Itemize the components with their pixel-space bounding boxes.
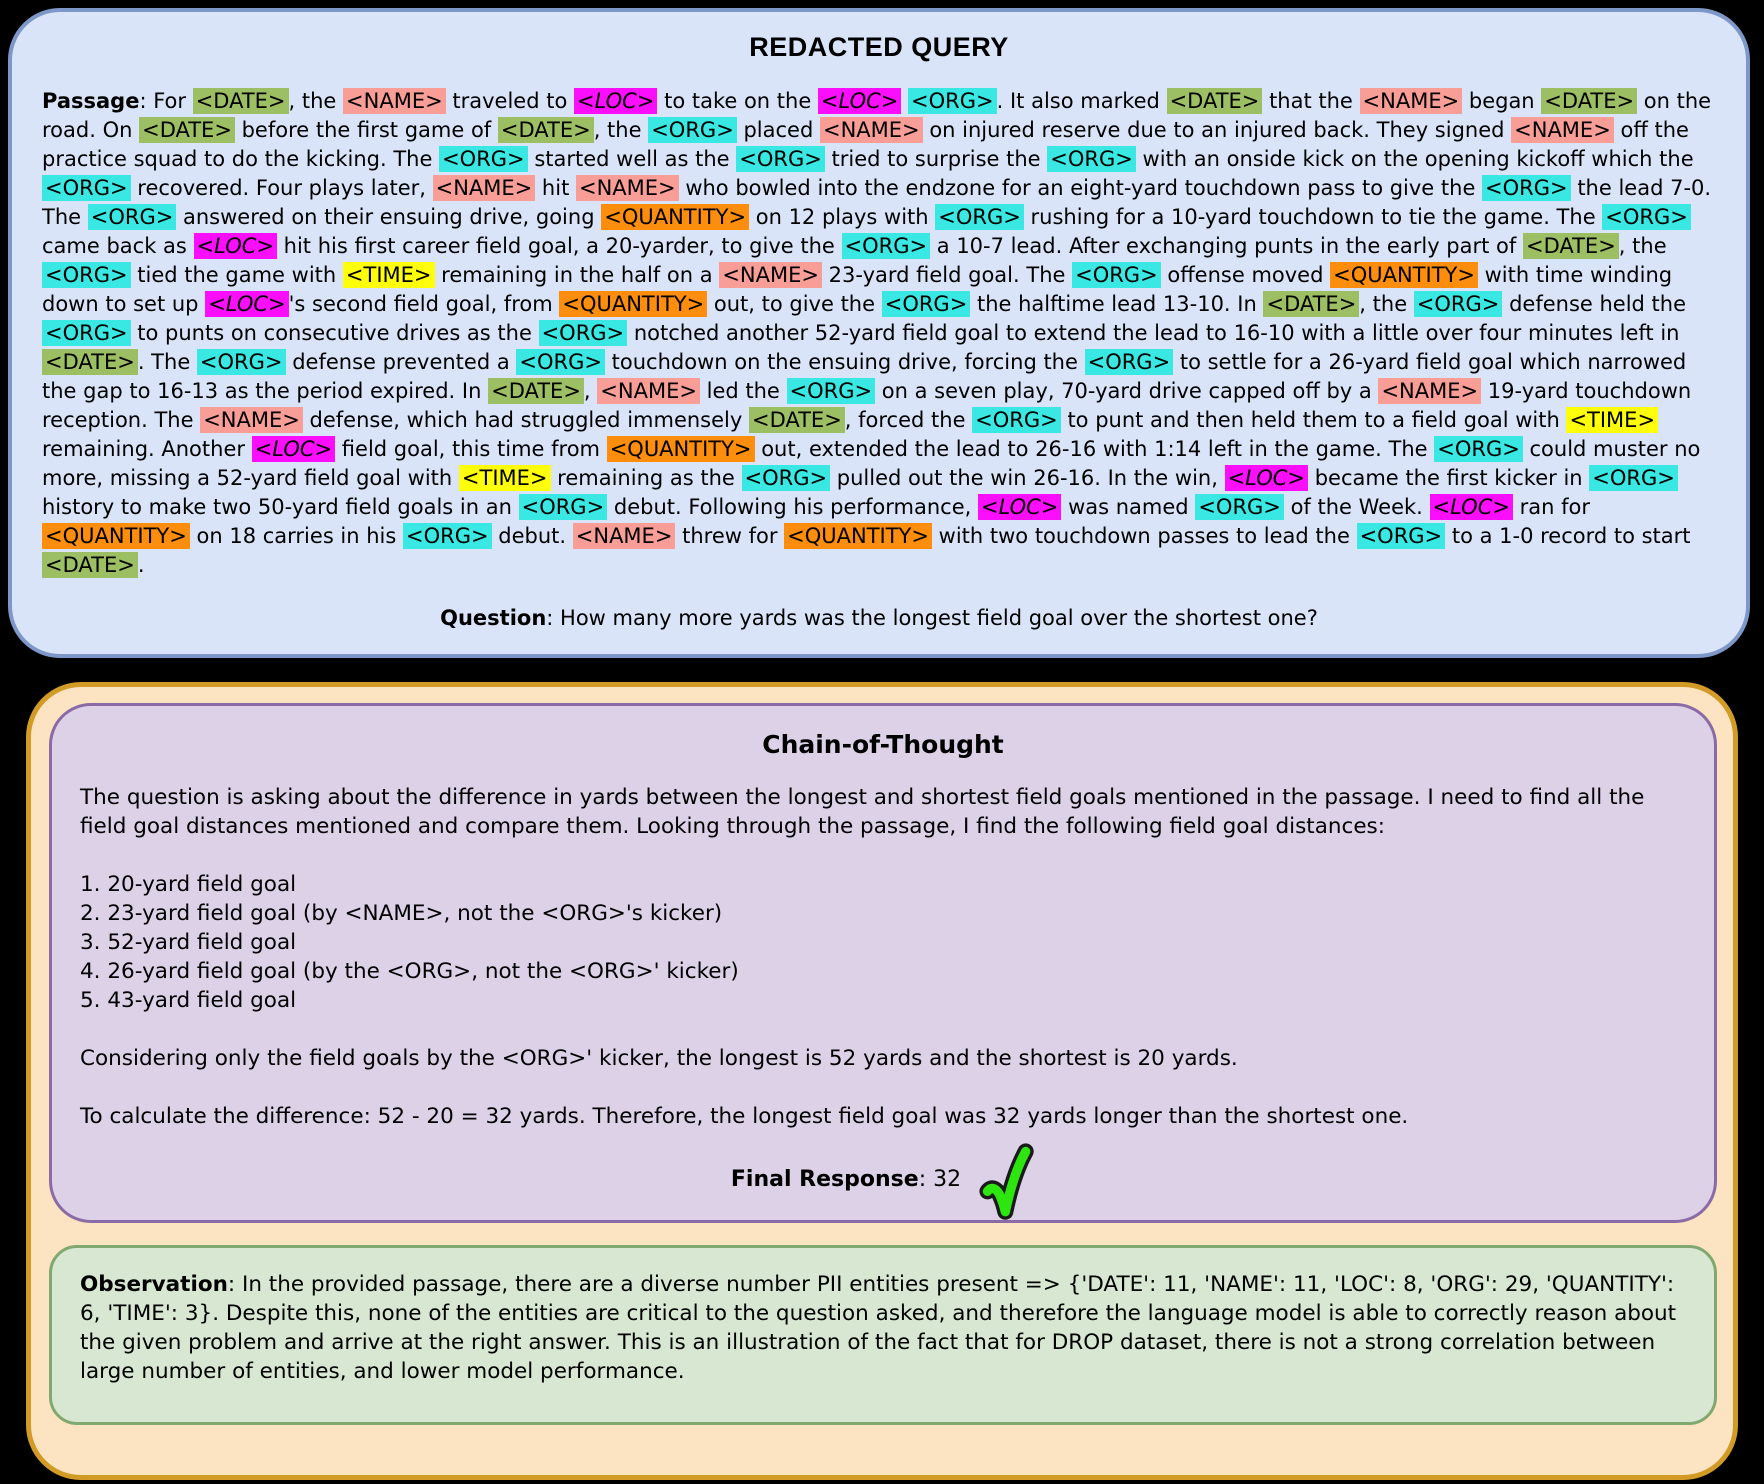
entity-org-tag: <ORG>: [1413, 291, 1503, 317]
entity-org-tag: <ORG>: [648, 117, 737, 143]
entity-org-tag: <ORG>: [908, 88, 997, 114]
entity-org-tag: <ORG>: [786, 378, 876, 404]
check-icon: [979, 1143, 1034, 1220]
analysis-container: Chain-of-Thought The question is asking …: [26, 682, 1738, 1480]
entity-quantity-tag: <QUANTITY>: [1330, 262, 1478, 288]
observation-line: Observation: In the provided passage, th…: [80, 1270, 1686, 1386]
entity-org-tag: <ORG>: [87, 204, 177, 230]
final-response-value: : 32: [918, 1166, 962, 1192]
entity-org-tag: <ORG>: [518, 494, 608, 520]
entity-org-tag: <ORG>: [841, 233, 931, 259]
entity-loc-tag: <LOC>: [1429, 494, 1513, 520]
entity-name-tag: <NAME>: [200, 407, 303, 433]
entity-loc-tag: <LOC>: [977, 494, 1062, 520]
passage-body: : For <DATE>, the <NAME> traveled to <LO…: [42, 88, 1712, 578]
cot-title: Chain-of-Thought: [762, 730, 1004, 759]
entity-org-tag: <ORG>: [538, 320, 628, 346]
entity-date-tag: <DATE>: [1541, 88, 1638, 114]
entity-date-tag: <DATE>: [497, 117, 594, 143]
question-line: Question: How many more yards was the lo…: [12, 606, 1746, 630]
entity-name-tag: <NAME>: [572, 523, 676, 549]
entity-org-tag: <ORG>: [42, 320, 131, 346]
entity-loc-tag: <LOC>: [817, 88, 902, 114]
entity-quantity-tag: <QUANTITY>: [42, 523, 190, 549]
entity-org-tag: <ORG>: [1356, 523, 1446, 549]
list-item-5: 5. 43-yard field goal: [80, 988, 297, 1013]
entity-loc-tag: <LOC>: [205, 291, 289, 317]
entity-quantity-tag: <QUANTITY>: [559, 291, 708, 317]
entity-org-tag: <ORG>: [403, 523, 492, 549]
list-item-2: 2. 23-yard field goal (by <NAME>, not th…: [80, 901, 723, 926]
entity-date-tag: <DATE>: [42, 552, 138, 578]
entity-name-tag: <NAME>: [1359, 88, 1463, 114]
query-title: REDACTED QUERY: [749, 32, 1009, 62]
entity-date-tag: <DATE>: [1263, 291, 1360, 317]
entity-quantity-tag: <QUANTITY>: [601, 204, 750, 230]
cot-paragraph-2: Considering only the field goals by the …: [80, 1046, 1238, 1071]
chain-of-thought-panel: Chain-of-Thought The question is asking …: [49, 703, 1717, 1223]
cot-paragraph-1: The question is asking about the differe…: [80, 785, 1645, 839]
entity-quantity-tag: <QUANTITY>: [606, 436, 755, 462]
final-response-line: Final Response: 32: [80, 1143, 1686, 1220]
entity-loc-tag: <LOC>: [251, 436, 336, 462]
entity-org-tag: <ORG>: [1589, 465, 1678, 491]
entity-name-tag: <NAME>: [719, 262, 822, 288]
passage-label: Passage: [42, 89, 140, 113]
question-label: Question: [440, 606, 547, 630]
entity-org-tag: <ORG>: [516, 349, 605, 375]
entity-org-tag: <ORG>: [741, 465, 831, 491]
entity-name-tag: <NAME>: [819, 117, 923, 143]
final-response-label: Final Response: [730, 1166, 919, 1192]
entity-name-tag: <NAME>: [1378, 378, 1482, 404]
entity-name-tag: <NAME>: [432, 175, 536, 201]
entity-loc-tag: <LOC>: [1224, 465, 1309, 491]
question-text: : How many more yards was the longest fi…: [546, 606, 1318, 630]
entity-date-tag: <DATE>: [488, 378, 584, 404]
entity-loc-tag: <LOC>: [573, 88, 658, 114]
entity-date-tag: <DATE>: [1522, 233, 1619, 259]
list-item-4: 4. 26-yard field goal (by the <ORG>, not…: [80, 959, 739, 984]
observation-label: Observation: [80, 1272, 228, 1297]
entity-org-tag: <ORG>: [972, 407, 1061, 433]
entity-date-tag: <DATE>: [1166, 88, 1263, 114]
entity-time-tag: <TIME>: [1566, 407, 1659, 433]
figure-root: REDACTED QUERY Passage: For <DATE>, the …: [0, 0, 1764, 1484]
observation-panel: Observation: In the provided passage, th…: [49, 1245, 1717, 1425]
entity-org-tag: <ORG>: [1084, 349, 1174, 375]
entity-quantity-tag: <QUANTITY>: [784, 523, 932, 549]
redacted-query-panel: REDACTED QUERY Passage: For <DATE>, the …: [8, 8, 1750, 658]
entity-name-tag: <NAME>: [1511, 117, 1614, 143]
entity-org-tag: <ORG>: [736, 146, 825, 172]
cot-paragraph-3: To calculate the difference: 52 - 20 = 3…: [80, 1104, 1409, 1129]
entity-time-tag: <TIME>: [458, 465, 551, 491]
observation-text: : In the provided passage, there are a d…: [80, 1272, 1677, 1384]
list-item-1: 1. 20-yard field goal: [80, 872, 297, 897]
entity-org-tag: <ORG>: [1434, 436, 1523, 462]
entity-org-tag: <ORG>: [1047, 146, 1136, 172]
field-goal-list: 1. 20-yard field goal 2. 23-yard field g…: [80, 870, 1686, 1015]
entity-org-tag: <ORG>: [1195, 494, 1284, 520]
entity-name-tag: <NAME>: [597, 378, 700, 404]
entity-org-tag: <ORG>: [196, 349, 286, 375]
entity-org-tag: <ORG>: [881, 291, 971, 317]
entity-org-tag: <ORG>: [42, 262, 131, 288]
entity-name-tag: <NAME>: [575, 175, 679, 201]
entity-date-tag: <DATE>: [748, 407, 845, 433]
entity-time-tag: <TIME>: [342, 262, 435, 288]
entity-loc-tag: <LOC>: [193, 233, 277, 259]
entity-org-tag: <ORG>: [935, 204, 1024, 230]
passage-text: Passage: For <DATE>, the <NAME> traveled…: [42, 87, 1716, 580]
entity-org-tag: <ORG>: [439, 146, 528, 172]
entity-date-tag: <DATE>: [192, 88, 289, 114]
entity-name-tag: <NAME>: [343, 88, 446, 114]
entity-date-tag: <DATE>: [42, 349, 138, 375]
entity-date-tag: <DATE>: [139, 117, 235, 143]
entity-org-tag: <ORG>: [1482, 175, 1571, 201]
entity-org-tag: <ORG>: [1602, 204, 1691, 230]
list-item-3: 3. 52-yard field goal: [80, 930, 297, 955]
entity-org-tag: <ORG>: [42, 175, 131, 201]
entity-org-tag: <ORG>: [1072, 262, 1161, 288]
